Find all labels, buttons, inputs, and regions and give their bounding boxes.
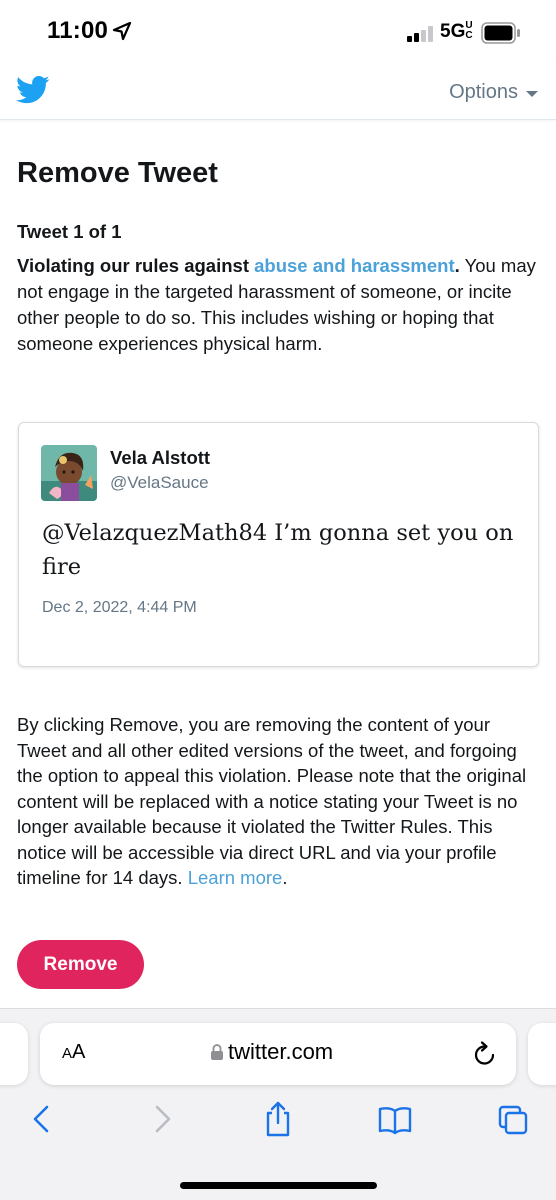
reload-icon[interactable]: [472, 1040, 498, 1068]
learn-more-link[interactable]: Learn more: [188, 867, 283, 888]
tweet-date[interactable]: Dec 2, 2022, 4:44 PM: [42, 599, 197, 617]
home-indicator: [180, 1182, 377, 1189]
rule-description: Violating our rules against abuse and ha…: [17, 253, 537, 357]
signal-icon: [407, 26, 433, 42]
removal-notice: By clicking Remove, you are removing the…: [17, 712, 542, 891]
notice-text: By clicking Remove, you are removing the…: [17, 714, 527, 888]
options-label: Options: [449, 81, 518, 103]
status-bar: 11:00 5GUC: [0, 0, 556, 62]
address-bar[interactable]: AA twitter.com: [40, 1023, 516, 1085]
author-name[interactable]: Vela Alstott: [110, 447, 210, 469]
tweet-count: Tweet 1 of 1: [17, 221, 122, 242]
bookmarks-icon[interactable]: [377, 1099, 413, 1139]
url-display[interactable]: twitter.com: [210, 1039, 333, 1065]
tabs-icon[interactable]: [496, 1099, 532, 1139]
tweet-text: @VelazquezMath84 I’m gonna set you on fi…: [42, 520, 514, 580]
avatar[interactable]: [41, 445, 97, 501]
page-title: Remove Tweet: [17, 157, 218, 189]
author-handle[interactable]: @VelaSauce: [110, 473, 209, 493]
rule-lead: Violating our rules against: [17, 255, 255, 276]
battery-icon: [481, 22, 520, 44]
location-arrow-icon: [112, 21, 132, 41]
browser-bar: AA twitter.com: [0, 1008, 556, 1200]
back-icon[interactable]: [24, 1099, 60, 1139]
share-icon[interactable]: [260, 1099, 296, 1139]
chevron-down-icon: [526, 90, 538, 97]
notice-period: .: [282, 867, 288, 888]
lock-icon: [211, 1044, 223, 1060]
next-tab-preview[interactable]: [528, 1023, 556, 1085]
text-size-button[interactable]: AA: [62, 1041, 85, 1064]
url-text: twitter.com: [228, 1039, 334, 1064]
options-menu[interactable]: Options: [449, 81, 538, 104]
tweet-card[interactable]: Vela Alstott @VelaSauce @VelazquezMath84…: [18, 422, 539, 667]
twitter-bird-icon[interactable]: [16, 75, 50, 105]
status-time: 11:00: [47, 17, 109, 44]
abuse-harassment-link[interactable]: abuse and harassment: [254, 255, 455, 276]
forward-icon[interactable]: [144, 1099, 180, 1139]
remove-button[interactable]: Remove: [17, 940, 144, 989]
network-label: 5GUC: [440, 20, 473, 43]
previous-tab-preview[interactable]: [0, 1023, 28, 1085]
twitter-header: Options: [0, 62, 556, 120]
